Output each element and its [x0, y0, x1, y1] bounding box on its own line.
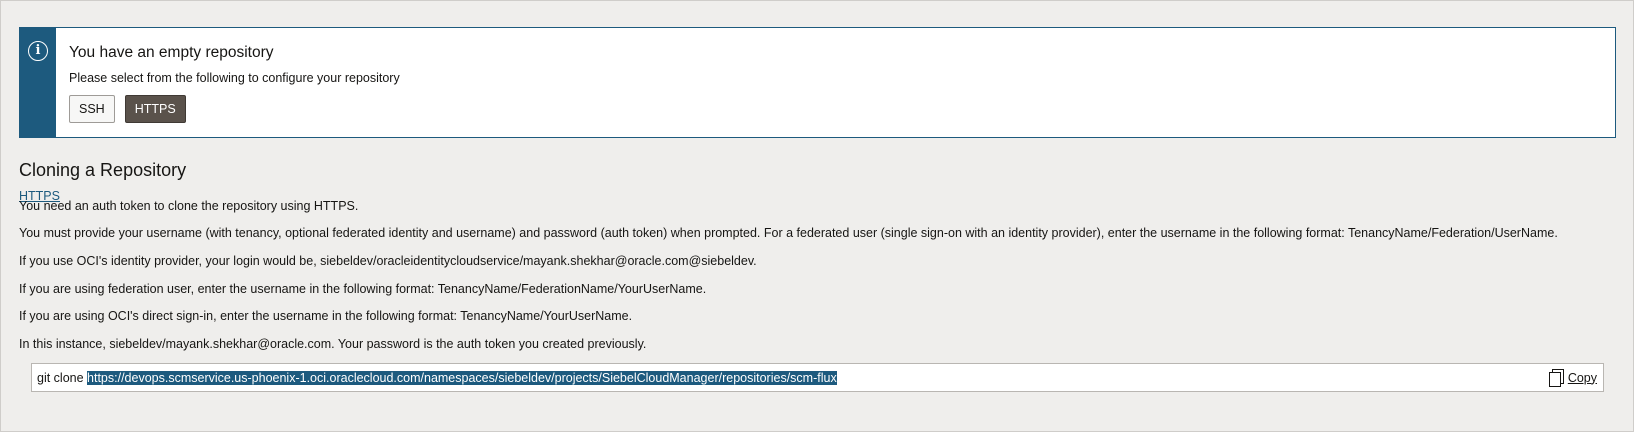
- clone-url[interactable]: https://devops.scmservice.us-phoenix-1.o…: [87, 370, 837, 385]
- copy-button[interactable]: Copy: [1548, 369, 1597, 387]
- banner-subtitle: Please select from the following to conf…: [69, 71, 400, 85]
- section-title: Cloning a Repository: [19, 160, 187, 180]
- clone-command-box[interactable]: git clone https://devops.scmservice.us-p…: [31, 363, 1604, 392]
- copy-label[interactable]: Copy: [1568, 371, 1597, 385]
- copy-icon[interactable]: [1548, 369, 1564, 387]
- info-icon: i: [28, 41, 48, 61]
- identity-provider-paragraph: If you use OCI's identity provider, your…: [19, 254, 757, 268]
- instance-paragraph: In this instance, siebeldev/mayank.shekh…: [19, 337, 647, 351]
- empty-repository-banner: i You have an empty repository Please se…: [19, 27, 1616, 138]
- direct-signin-paragraph: If you are using OCI's direct sign-in, e…: [19, 309, 633, 323]
- banner-body: You have an empty repository Please sele…: [56, 28, 400, 137]
- banner-stripe: i: [20, 28, 56, 137]
- protocol-button-group: SSH HTTPS: [69, 95, 400, 123]
- ssh-button[interactable]: SSH: [69, 95, 115, 123]
- auth-token-paragraph: You need an auth token to clone the repo…: [19, 199, 359, 213]
- https-button[interactable]: HTTPS: [124, 95, 186, 123]
- banner-title: You have an empty repository: [69, 44, 274, 61]
- username-format-paragraph: You must provide your username (with ten…: [19, 226, 1558, 240]
- clone-command-prefix: git clone: [37, 370, 88, 385]
- federation-user-paragraph: If you are using federation user, enter …: [19, 282, 707, 296]
- clone-command[interactable]: git clone https://devops.scmservice.us-p…: [37, 370, 837, 386]
